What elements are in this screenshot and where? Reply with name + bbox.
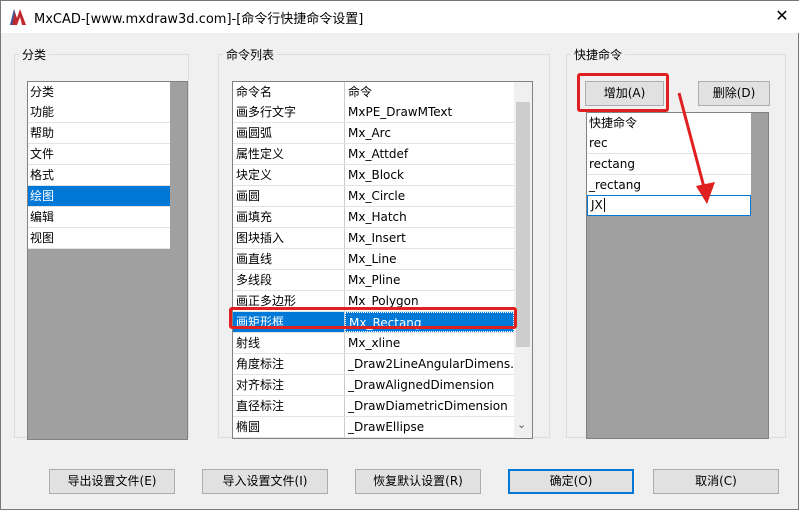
category-item[interactable]: 功能 — [28, 102, 170, 123]
category-item[interactable]: 编辑 — [28, 207, 170, 228]
title-bar: MxCAD-[www.mxdraw3d.com]-[命令行快捷命令设置] ✕ — [1, 1, 799, 33]
command-cell: _DrawEllipse — [348, 420, 425, 434]
category-group-label: 分类 — [19, 46, 50, 63]
shortcuts-group-label: 快捷命令 — [571, 46, 626, 63]
command-row[interactable]: 直径标注 _DrawDiametricDimension — [233, 396, 514, 417]
command-row[interactable]: 画多行文字 MxPE_DrawMText — [233, 102, 514, 123]
category-item[interactable]: 绘图 — [28, 186, 170, 207]
command-cell: _DrawAlignedDimension — [348, 378, 495, 392]
command-name-cell: 多线段 — [233, 270, 345, 290]
export-settings-button[interactable]: 导出设置文件(E) — [49, 469, 175, 494]
category-item[interactable]: 视图 — [28, 228, 170, 249]
command-row[interactable]: 画圆 Mx_Circle — [233, 186, 514, 207]
command-cell: Mx_Block — [348, 168, 404, 182]
restore-defaults-button[interactable]: 恢复默认设置(R) — [355, 469, 481, 494]
command-cell: _Draw2LineAngularDimens... — [348, 357, 514, 371]
command-cell: Mx_xline — [348, 336, 401, 350]
cancel-button[interactable]: 取消(C) — [653, 469, 779, 494]
command-name-cell: 画填充 — [233, 207, 345, 227]
app-logo-icon — [10, 9, 26, 25]
command-cell: Mx_Attdef — [348, 147, 409, 161]
add-button-highlight — [577, 73, 669, 112]
command-cell: MxPE_DrawMText — [348, 105, 453, 119]
command-cell: Mx_Hatch — [348, 210, 407, 224]
command-name-cell: 画多行文字 — [233, 102, 345, 122]
command-cell: Mx_Line — [348, 252, 397, 266]
command-row[interactable]: 块定义 Mx_Block — [233, 165, 514, 186]
command-name-cell: 块定义 — [233, 165, 345, 185]
command-name-cell: 图块插入 — [233, 228, 345, 248]
command-name-cell: 椭圆 — [233, 417, 345, 437]
command-row[interactable]: 画圆弧 Mx_Arc — [233, 123, 514, 144]
command-row[interactable]: 角度标注 _Draw2LineAngularDimens... — [233, 354, 514, 375]
command-row[interactable]: 图块插入 Mx_Insert — [233, 228, 514, 249]
command-cell: Mx_Circle — [348, 189, 406, 203]
command-row[interactable]: 画填充 Mx_Hatch — [233, 207, 514, 228]
category-item[interactable]: 文件 — [28, 144, 170, 165]
commands-header-row: 命令名 命令 — [233, 82, 514, 103]
header-command[interactable]: 命令 — [345, 82, 514, 102]
command-row[interactable]: 椭圆 _DrawEllipse — [233, 417, 514, 438]
category-header[interactable]: 分类 — [28, 82, 170, 103]
command-name-cell: 画圆弧 — [233, 123, 345, 143]
command-row[interactable]: 射线 Mx_xline — [233, 333, 514, 354]
command-cell: Mx_Insert — [348, 231, 406, 245]
command-name-cell: 射线 — [233, 333, 345, 353]
scroll-down-icon[interactable]: ⌄ — [517, 418, 526, 431]
command-row[interactable]: 对齐标注 _DrawAlignedDimension — [233, 375, 514, 396]
command-name-cell: 属性定义 — [233, 144, 345, 164]
category-item[interactable]: 格式 — [28, 165, 170, 186]
command-cell: Mx_Pline — [348, 273, 401, 287]
command-row[interactable]: 属性定义 Mx_Attdef — [233, 144, 514, 165]
ok-button[interactable]: 确定(O) — [508, 469, 634, 494]
command-cell: _DrawDiametricDimension — [348, 399, 508, 413]
command-name-cell: 角度标注 — [233, 354, 345, 374]
header-command-name[interactable]: 命令名 — [233, 82, 345, 102]
commands-scrollbar[interactable]: ⌄ — [514, 82, 532, 438]
command-name-cell: 画圆 — [233, 186, 345, 206]
commands-group-label: 命令列表 — [223, 46, 278, 63]
shortcut-edit-value: JX — [591, 198, 603, 212]
command-cell: Mx_Arc — [348, 126, 391, 140]
selected-row-highlight — [229, 307, 517, 329]
window-title: MxCAD-[www.mxdraw3d.com]-[命令行快捷命令设置] — [34, 12, 364, 27]
scrollbar-thumb[interactable] — [516, 102, 530, 347]
command-name-cell: 画直线 — [233, 249, 345, 269]
command-name-cell: 直径标注 — [233, 396, 345, 416]
command-row[interactable]: 多线段 Mx_Pline — [233, 270, 514, 291]
close-icon[interactable]: ✕ — [771, 5, 793, 27]
command-name-cell: 对齐标注 — [233, 375, 345, 395]
category-list[interactable]: 分类 功能 帮助 文件 格式 绘图 编辑 视图 — [27, 81, 188, 440]
red-arrow-annotation — [677, 92, 715, 204]
category-item[interactable]: 帮助 — [28, 123, 170, 144]
commands-table[interactable]: 命令名 命令 ⌄ 画多行文字 MxPE_DrawMText 画圆弧 Mx_Arc 属性定… — [232, 81, 533, 439]
import-settings-button[interactable]: 导入设置文件(I) — [202, 469, 328, 494]
command-row[interactable]: 画直线 Mx_Line — [233, 249, 514, 270]
